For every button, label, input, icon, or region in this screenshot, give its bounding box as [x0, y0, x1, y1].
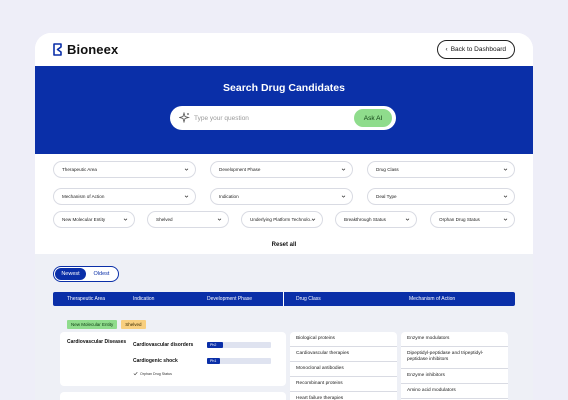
phase-progress-bar: Ph1 — [207, 358, 271, 364]
orphan-status-label: Orphan Drug Status — [140, 371, 172, 376]
molecule-logo-icon — [53, 43, 62, 56]
mechanism-of-action-dropdown[interactable]: Mechanism of Action — [53, 188, 196, 205]
orphan-status: Orphan Drug Status — [133, 371, 172, 376]
brand-name: Bioneex — [67, 42, 119, 57]
result-card[interactable]: Cardiovascular Diseases Cardiovascular d… — [60, 332, 286, 386]
chevron-down-icon — [184, 168, 189, 171]
list-item: Cardiovascular therapies — [290, 347, 397, 362]
dropdown-label: Drug Class — [376, 167, 399, 172]
page-title: Search Drug Candidates — [223, 82, 345, 94]
result-card[interactable] — [60, 392, 286, 400]
breakthrough-status-dropdown[interactable]: Breakthrough Status — [335, 211, 417, 228]
list-item: Amino acid modulators — [401, 384, 508, 399]
column-header: Therapeutic Area — [67, 296, 106, 302]
dropdown-label: New Molecular Entity — [62, 217, 106, 222]
filter-panel: Therapeutic Area Development Phase Drug … — [35, 154, 533, 254]
app-window: Bioneex ‹ Back to Dashboard Search Drug … — [35, 33, 533, 400]
brand-logo[interactable]: Bioneex — [52, 42, 118, 57]
arrow-left-icon: ‹ — [445, 46, 448, 53]
column-header: Drug Class — [296, 296, 321, 302]
shelved-tag: Shelved — [121, 320, 146, 329]
therapeutic-area-dropdown[interactable]: Therapeutic Area — [53, 161, 196, 178]
dropdown-label: Orphan Drug Status — [439, 217, 480, 222]
chevron-down-icon — [503, 195, 508, 198]
chevron-down-icon — [311, 218, 316, 221]
chevron-down-icon — [217, 218, 222, 221]
chevron-down-icon — [341, 195, 346, 198]
sort-toggle: Newest Oldest — [53, 266, 119, 282]
dropdown-label: Development Phase — [219, 167, 261, 172]
phase-progress-bar: Ph2 — [207, 342, 271, 348]
indication-dropdown[interactable]: Indication — [210, 188, 353, 205]
search-bar: Ask AI — [170, 106, 396, 130]
results-table-header: Therapeutic Area Indication Development … — [53, 292, 515, 306]
dropdown-label: Indication — [219, 194, 239, 199]
drug-class-list: Biological proteins Cardiovascular thera… — [290, 332, 397, 400]
indication-name: Cardiovascular disorders — [133, 342, 194, 348]
chevron-down-icon — [184, 195, 189, 198]
dropdown-label: Mechanism of Action — [62, 194, 105, 199]
phase-progress-fill: Ph1 — [207, 358, 220, 364]
list-item: Recombinant proteins — [290, 377, 397, 392]
column-header: Indication — [133, 296, 155, 302]
dropdown-label: Therapeutic Area — [62, 167, 97, 172]
check-icon — [133, 372, 138, 376]
list-item: Enzyme inhibitors — [401, 369, 508, 384]
list-item: Biological proteins — [290, 332, 397, 347]
list-item: Monoclonal antibodies — [290, 362, 397, 377]
chevron-down-icon — [341, 168, 346, 171]
dropdown-label: Breakthrough Status — [344, 217, 386, 222]
dropdown-label: Shelved — [156, 217, 173, 222]
chevron-down-icon — [503, 168, 508, 171]
indication-name: Cardiogenic shock — [133, 358, 178, 364]
sort-newest-button[interactable]: Newest — [55, 268, 86, 280]
sort-oldest-button[interactable]: Oldest — [86, 268, 117, 280]
phase-label: Ph2 — [210, 343, 217, 347]
column-header: Development Phase — [207, 296, 253, 302]
back-to-dashboard-button[interactable]: ‹ Back to Dashboard — [436, 40, 515, 59]
chevron-down-icon — [123, 218, 128, 221]
back-button-label: Back to Dashboard — [450, 46, 506, 53]
sparkle-icon — [179, 112, 190, 123]
shelved-dropdown[interactable]: Shelved — [147, 211, 229, 228]
new-molecular-entity-tag: New Molecular Entity — [67, 320, 118, 329]
therapeutic-area: Cardiovascular Diseases — [67, 339, 127, 345]
dropdown-label: Deal Type — [376, 194, 397, 199]
column-header: Mechanism of Action — [409, 296, 456, 302]
deal-type-dropdown[interactable]: Deal Type — [367, 188, 515, 205]
reset-all-button[interactable]: Reset all — [261, 240, 307, 250]
ask-ai-button[interactable]: Ask AI — [354, 109, 392, 127]
chevron-down-icon — [503, 218, 508, 221]
chevron-down-icon — [405, 218, 410, 221]
drug-class-dropdown[interactable]: Drug Class — [367, 161, 515, 178]
mechanism-of-action-list: Enzyme modulators Dipeptidyl-peptidase a… — [401, 332, 508, 400]
top-bar: Bioneex ‹ Back to Dashboard — [35, 33, 533, 66]
phase-progress-fill: Ph2 — [207, 342, 223, 348]
list-item: Dipeptidyl-peptidase and tripeptidyl-pep… — [401, 347, 508, 369]
development-phase-dropdown[interactable]: Development Phase — [210, 161, 353, 178]
list-item: Enzyme modulators — [401, 332, 508, 347]
dropdown-label: Underlying Platform Technolo... — [250, 217, 314, 222]
results-section: Newest Oldest Therapeutic Area Indicatio… — [35, 254, 533, 400]
phase-label: Ph1 — [210, 359, 217, 363]
column-divider — [283, 292, 284, 306]
search-input[interactable] — [194, 110, 344, 126]
platform-technology-dropdown[interactable]: Underlying Platform Technolo... — [241, 211, 323, 228]
list-item: Heart failure therapies — [290, 392, 397, 400]
result-tags: New Molecular Entity Shelved — [67, 320, 146, 329]
search-hero: Search Drug Candidates Ask AI — [35, 66, 533, 154]
new-molecular-entity-dropdown[interactable]: New Molecular Entity — [53, 211, 135, 228]
orphan-drug-status-dropdown[interactable]: Orphan Drug Status — [430, 211, 515, 228]
